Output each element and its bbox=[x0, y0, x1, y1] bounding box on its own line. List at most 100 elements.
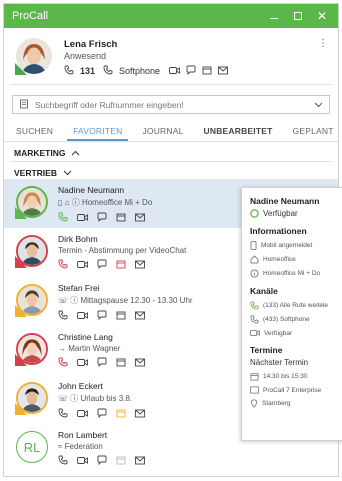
chevron-down-icon[interactable] bbox=[314, 100, 323, 110]
close-button[interactable]: ✕ bbox=[312, 6, 332, 26]
tab-unbearbeitet[interactable]: UNBEARBEITET bbox=[198, 120, 279, 141]
channel-item[interactable]: (433) Softphone bbox=[250, 315, 342, 324]
mail-icon[interactable] bbox=[135, 260, 145, 269]
minimize-button[interactable] bbox=[264, 6, 284, 26]
calendar-icon bbox=[250, 373, 259, 381]
contact-avatar[interactable]: RL bbox=[16, 431, 48, 463]
popup-contact-name: Nadine Neumann bbox=[250, 196, 320, 206]
tab-suchen[interactable]: SUCHEN bbox=[10, 120, 59, 141]
desk-phone-icon: ☏ bbox=[58, 296, 69, 305]
chat-icon[interactable] bbox=[97, 455, 107, 465]
phone-icon[interactable] bbox=[58, 212, 68, 222]
phone-icon bbox=[64, 65, 74, 77]
search-placeholder: Suchbegriff oder Rufnummer eingeben! bbox=[35, 99, 184, 110]
forward-icon: → bbox=[58, 344, 66, 353]
chevron-down-icon bbox=[63, 168, 72, 178]
mail-icon[interactable] bbox=[218, 66, 229, 77]
phone-icon[interactable] bbox=[58, 408, 68, 418]
phone-icon[interactable] bbox=[58, 357, 68, 367]
mail-icon[interactable] bbox=[135, 213, 145, 222]
chat-icon[interactable] bbox=[186, 65, 196, 77]
avatar-initials: RL bbox=[16, 431, 48, 463]
mail-icon[interactable] bbox=[135, 456, 145, 465]
video-icon[interactable] bbox=[77, 409, 88, 418]
calendar-icon[interactable] bbox=[116, 357, 126, 367]
contact-avatar[interactable] bbox=[15, 284, 48, 317]
video-icon[interactable] bbox=[77, 260, 88, 269]
home-icon: ⌂ bbox=[64, 198, 70, 207]
group-label: VERTRIEB bbox=[14, 168, 57, 178]
search-input[interactable]: Suchbegriff oder Rufnummer eingeben! bbox=[12, 95, 330, 114]
maximize-button[interactable] bbox=[288, 6, 308, 26]
channel-item[interactable]: Verfügbar bbox=[250, 329, 342, 337]
chat-icon[interactable] bbox=[97, 310, 107, 320]
subject-icon bbox=[250, 386, 259, 394]
info-item: Homeoffice bbox=[250, 255, 342, 264]
info-heading: Informationen bbox=[250, 226, 307, 236]
tab-favoriten[interactable]: FAVORITEN bbox=[67, 120, 129, 141]
info-icon bbox=[250, 269, 259, 278]
chat-icon[interactable] bbox=[97, 357, 107, 367]
title-bar: ProCall ✕ bbox=[4, 4, 338, 28]
video-icon[interactable] bbox=[77, 358, 88, 367]
group-marketing[interactable]: MARKETING bbox=[4, 142, 338, 161]
channel-item[interactable]: (133) Alle Rufe weitele bbox=[250, 301, 342, 310]
presence-indicator bbox=[15, 63, 27, 75]
my-status[interactable]: Anwesend bbox=[64, 51, 338, 61]
chat-icon[interactable] bbox=[97, 212, 107, 222]
presence-indicator bbox=[15, 207, 27, 219]
contact-detail-popup: Nadine Neumann Verfügbar Informationen M… bbox=[241, 187, 342, 441]
calendar-icon[interactable] bbox=[116, 455, 126, 465]
video-icon[interactable] bbox=[77, 213, 88, 222]
presence-indicator bbox=[15, 354, 27, 366]
location-icon bbox=[250, 399, 258, 408]
contact-note: Mittagspause 12.30 - 13.30 Uhr bbox=[80, 296, 193, 305]
appointment-item: Starnberg bbox=[250, 399, 342, 408]
video-icon[interactable] bbox=[77, 311, 88, 320]
tab-geplant[interactable]: GEPLANT bbox=[287, 120, 338, 141]
softphone-icon bbox=[103, 65, 113, 77]
appointment-subject: ProCall 7 Enterprise bbox=[263, 386, 322, 394]
info-item-label: Homeoffice Mi + Do bbox=[263, 270, 321, 277]
maximize-icon bbox=[294, 12, 302, 20]
mail-icon[interactable] bbox=[135, 409, 145, 418]
presence-indicator bbox=[15, 305, 27, 317]
divider bbox=[10, 84, 332, 85]
video-icon[interactable] bbox=[169, 66, 181, 77]
group-label: MARKETING bbox=[14, 148, 66, 158]
contact-subline: ≈ Federation bbox=[58, 442, 338, 451]
calendar-icon[interactable] bbox=[116, 310, 126, 320]
more-options-icon[interactable]: ⋮ bbox=[318, 38, 328, 49]
phone-icon[interactable] bbox=[58, 310, 68, 320]
tab-bar: SUCHEN FAVORITEN JOURNAL UNBEARBEITET GE… bbox=[4, 120, 338, 142]
video-icon[interactable] bbox=[77, 456, 88, 465]
phone-icon[interactable] bbox=[58, 259, 68, 269]
info-icon: ⓘ bbox=[70, 296, 79, 305]
contact-avatar[interactable] bbox=[15, 235, 48, 268]
calendar-icon[interactable] bbox=[116, 259, 126, 269]
mail-icon[interactable] bbox=[135, 311, 145, 320]
phone-icon[interactable] bbox=[58, 455, 68, 465]
info-item-label: Homeoffice bbox=[263, 256, 296, 263]
presence-indicator bbox=[15, 403, 27, 415]
calendar-icon[interactable] bbox=[202, 65, 212, 77]
mail-icon[interactable] bbox=[135, 358, 145, 367]
info-icon: ⓘ bbox=[71, 198, 80, 207]
chat-icon[interactable] bbox=[97, 408, 107, 418]
info-item: Homeoffice Mi + Do bbox=[250, 269, 342, 278]
video-icon bbox=[250, 329, 260, 337]
availability-label: Verfügbar bbox=[263, 209, 298, 218]
calendar-icon[interactable] bbox=[116, 212, 126, 222]
contact-avatar[interactable] bbox=[15, 186, 48, 219]
address-book-icon bbox=[19, 99, 29, 111]
contact-avatar[interactable] bbox=[15, 382, 48, 415]
my-avatar[interactable] bbox=[15, 38, 52, 75]
channel-label: (433) Softphone bbox=[263, 316, 310, 323]
appointment-item: ProCall 7 Enterprise bbox=[250, 386, 342, 394]
calendar-icon[interactable] bbox=[116, 408, 126, 418]
softphone-label[interactable]: Softphone bbox=[119, 66, 160, 76]
tab-journal[interactable]: JOURNAL bbox=[136, 120, 189, 141]
chat-icon[interactable] bbox=[97, 259, 107, 269]
my-extension[interactable]: 131 bbox=[80, 66, 95, 76]
contact-avatar[interactable] bbox=[15, 333, 48, 366]
